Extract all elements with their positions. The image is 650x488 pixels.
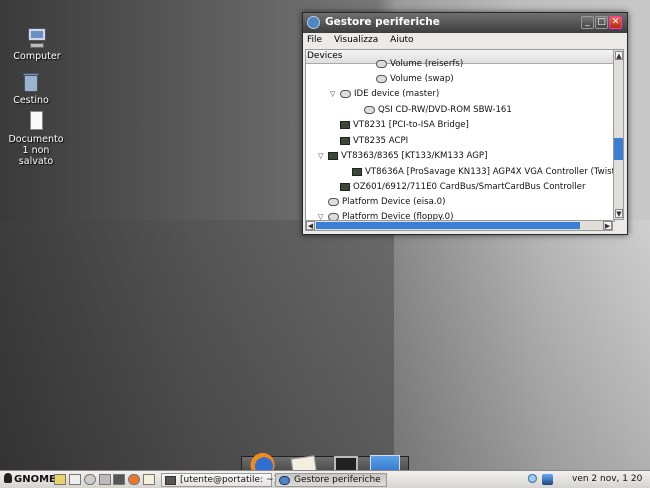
desktop-icon-computer[interactable]: Computer: [2, 27, 72, 62]
menu-view[interactable]: Visualizza: [334, 35, 378, 45]
cd-icon: [376, 59, 387, 68]
scroll-up-arrow[interactable]: ▲: [615, 51, 623, 60]
device-tree-row[interactable]: VT8636A [ProSavage KN133] AGP4X VGA Cont…: [342, 165, 615, 180]
device-label: Volume (swap): [390, 74, 454, 84]
window-title: Gestore periferiche: [325, 16, 440, 28]
chip-icon: [328, 151, 338, 160]
vertical-scroll-thumb[interactable]: [614, 138, 623, 160]
device-tree-row[interactable]: VT8235 ACPI: [330, 134, 408, 149]
vertical-scrollbar[interactable]: ▲ ▼: [613, 49, 624, 220]
cd-icon: [364, 105, 375, 114]
wallpaper-lower-left: [0, 220, 394, 470]
device-tree-row[interactable]: Volume (swap): [366, 72, 454, 87]
launcher-terminal-icon[interactable]: [113, 474, 125, 485]
window-titlebar[interactable]: Gestore periferiche _ □ ✕: [303, 13, 627, 33]
task-device-manager[interactable]: Gestore periferiche: [275, 473, 387, 487]
device-tree-row[interactable]: ▽ IDE device (master): [330, 87, 439, 102]
network-icon[interactable]: [542, 474, 553, 485]
terminal-task-icon: [165, 476, 176, 485]
device-manager-window: Gestore periferiche _ □ ✕ File Visualizz…: [302, 12, 628, 235]
menubar: File Visualizza Aiuto: [303, 33, 627, 48]
scroll-down-arrow[interactable]: ▼: [615, 209, 623, 218]
device-tree-row[interactable]: OZ601/6912/711E0 CardBus/SmartCardBus Co…: [330, 180, 586, 195]
cd-icon: [340, 89, 351, 98]
device-tree-pane: Devices Volume (reiserfs) Volume (swap) ▽ I…: [305, 49, 615, 222]
device-label: Volume (reiserfs): [390, 59, 464, 69]
search-icon[interactable]: [528, 474, 539, 485]
minimize-button[interactable]: _: [581, 16, 594, 29]
launcher-web-icon[interactable]: [69, 474, 81, 485]
wallpaper-lower-right: [394, 220, 650, 470]
device-label: VT8636A [ProSavage KN133] AGP4X VGA Cont…: [365, 167, 615, 177]
scroll-right-arrow[interactable]: ▶: [603, 221, 612, 230]
trash-icon: [20, 71, 42, 93]
desktop-icon-label-line1: Documento: [8, 134, 64, 145]
desktop-icon-label: Computer: [13, 51, 61, 62]
app-icon: [307, 16, 320, 29]
bottom-panel: GNOME [utente@portatile: ~] Gestore peri…: [0, 470, 650, 488]
close-button[interactable]: ✕: [609, 16, 622, 29]
launcher-firefox-icon[interactable]: [128, 474, 140, 485]
cd-icon: [328, 197, 339, 206]
device-label: IDE device (master): [354, 89, 440, 99]
device-label: VT8231 [PCI-to-ISA Bridge]: [353, 120, 469, 130]
task-terminal[interactable]: [utente@portatile: ~]: [161, 473, 277, 487]
task-label: Gestore periferiche: [294, 475, 381, 485]
horizontal-scroll-thumb[interactable]: [316, 222, 580, 229]
document-icon: [25, 110, 47, 132]
gnome-menu-label: GNOME: [14, 474, 56, 485]
expander-toggle[interactable]: ▽: [318, 149, 328, 164]
device-label: VT8235 ACPI: [353, 136, 409, 146]
desktop-icon-document[interactable]: Documento 1 non salvato: [1, 110, 71, 167]
expander-toggle[interactable]: ▽: [330, 87, 340, 102]
chip-icon: [340, 120, 350, 129]
device-tree-row[interactable]: Volume (reiserfs): [366, 57, 463, 72]
device-label: Platform Device (eisa.0): [342, 197, 446, 207]
desktop-icon-label-line3: salvato: [18, 156, 54, 167]
device-tree-row[interactable]: VT8231 [PCI-to-ISA Bridge]: [330, 118, 469, 133]
computer-icon: [26, 27, 48, 49]
chip-icon: [340, 136, 350, 145]
device-tree-row[interactable]: Platform Device (eisa.0): [318, 195, 445, 210]
device-tree-row[interactable]: QSI CD-RW/DVD-ROM SBW-161: [354, 103, 512, 118]
launcher-settings-icon[interactable]: [99, 474, 111, 485]
menu-file[interactable]: File: [307, 35, 322, 45]
device-manager-task-icon: [279, 476, 290, 485]
launcher-editor-icon[interactable]: [143, 474, 155, 485]
task-label: [utente@portatile: ~]: [180, 475, 278, 485]
gnome-menu-button[interactable]: GNOME: [4, 473, 56, 485]
menu-help[interactable]: Aiuto: [390, 35, 413, 45]
clock[interactable]: ven 2 nov, 1 20: [572, 474, 642, 484]
desktop-icon-trash[interactable]: Cestino: [0, 71, 66, 106]
launcher-folder-icon[interactable]: [54, 474, 66, 485]
gnome-foot-icon: [4, 473, 12, 483]
maximize-button[interactable]: □: [595, 16, 608, 29]
cd-icon: [376, 74, 387, 83]
device-tree: Volume (reiserfs) Volume (swap) ▽ IDE devic…: [306, 59, 615, 221]
horizontal-scrollbar[interactable]: ◀ ▶: [305, 220, 613, 231]
device-label: QSI CD-RW/DVD-ROM SBW-161: [378, 105, 512, 115]
scroll-left-arrow[interactable]: ◀: [306, 221, 315, 230]
device-label: VT8363/8365 [KT133/KM133 AGP]: [341, 151, 488, 161]
desktop-icon-label-line2: 1 non: [22, 145, 50, 156]
chip-icon: [352, 167, 362, 176]
device-tree-row[interactable]: ▽ VT8363/8365 [KT133/KM133 AGP]: [318, 149, 487, 164]
launcher-help-icon[interactable]: [84, 474, 96, 485]
device-label: OZ601/6912/711E0 CardBus/SmartCardBus Co…: [353, 182, 586, 192]
chip-icon: [340, 182, 350, 191]
desktop-icon-label: Cestino: [13, 95, 49, 106]
